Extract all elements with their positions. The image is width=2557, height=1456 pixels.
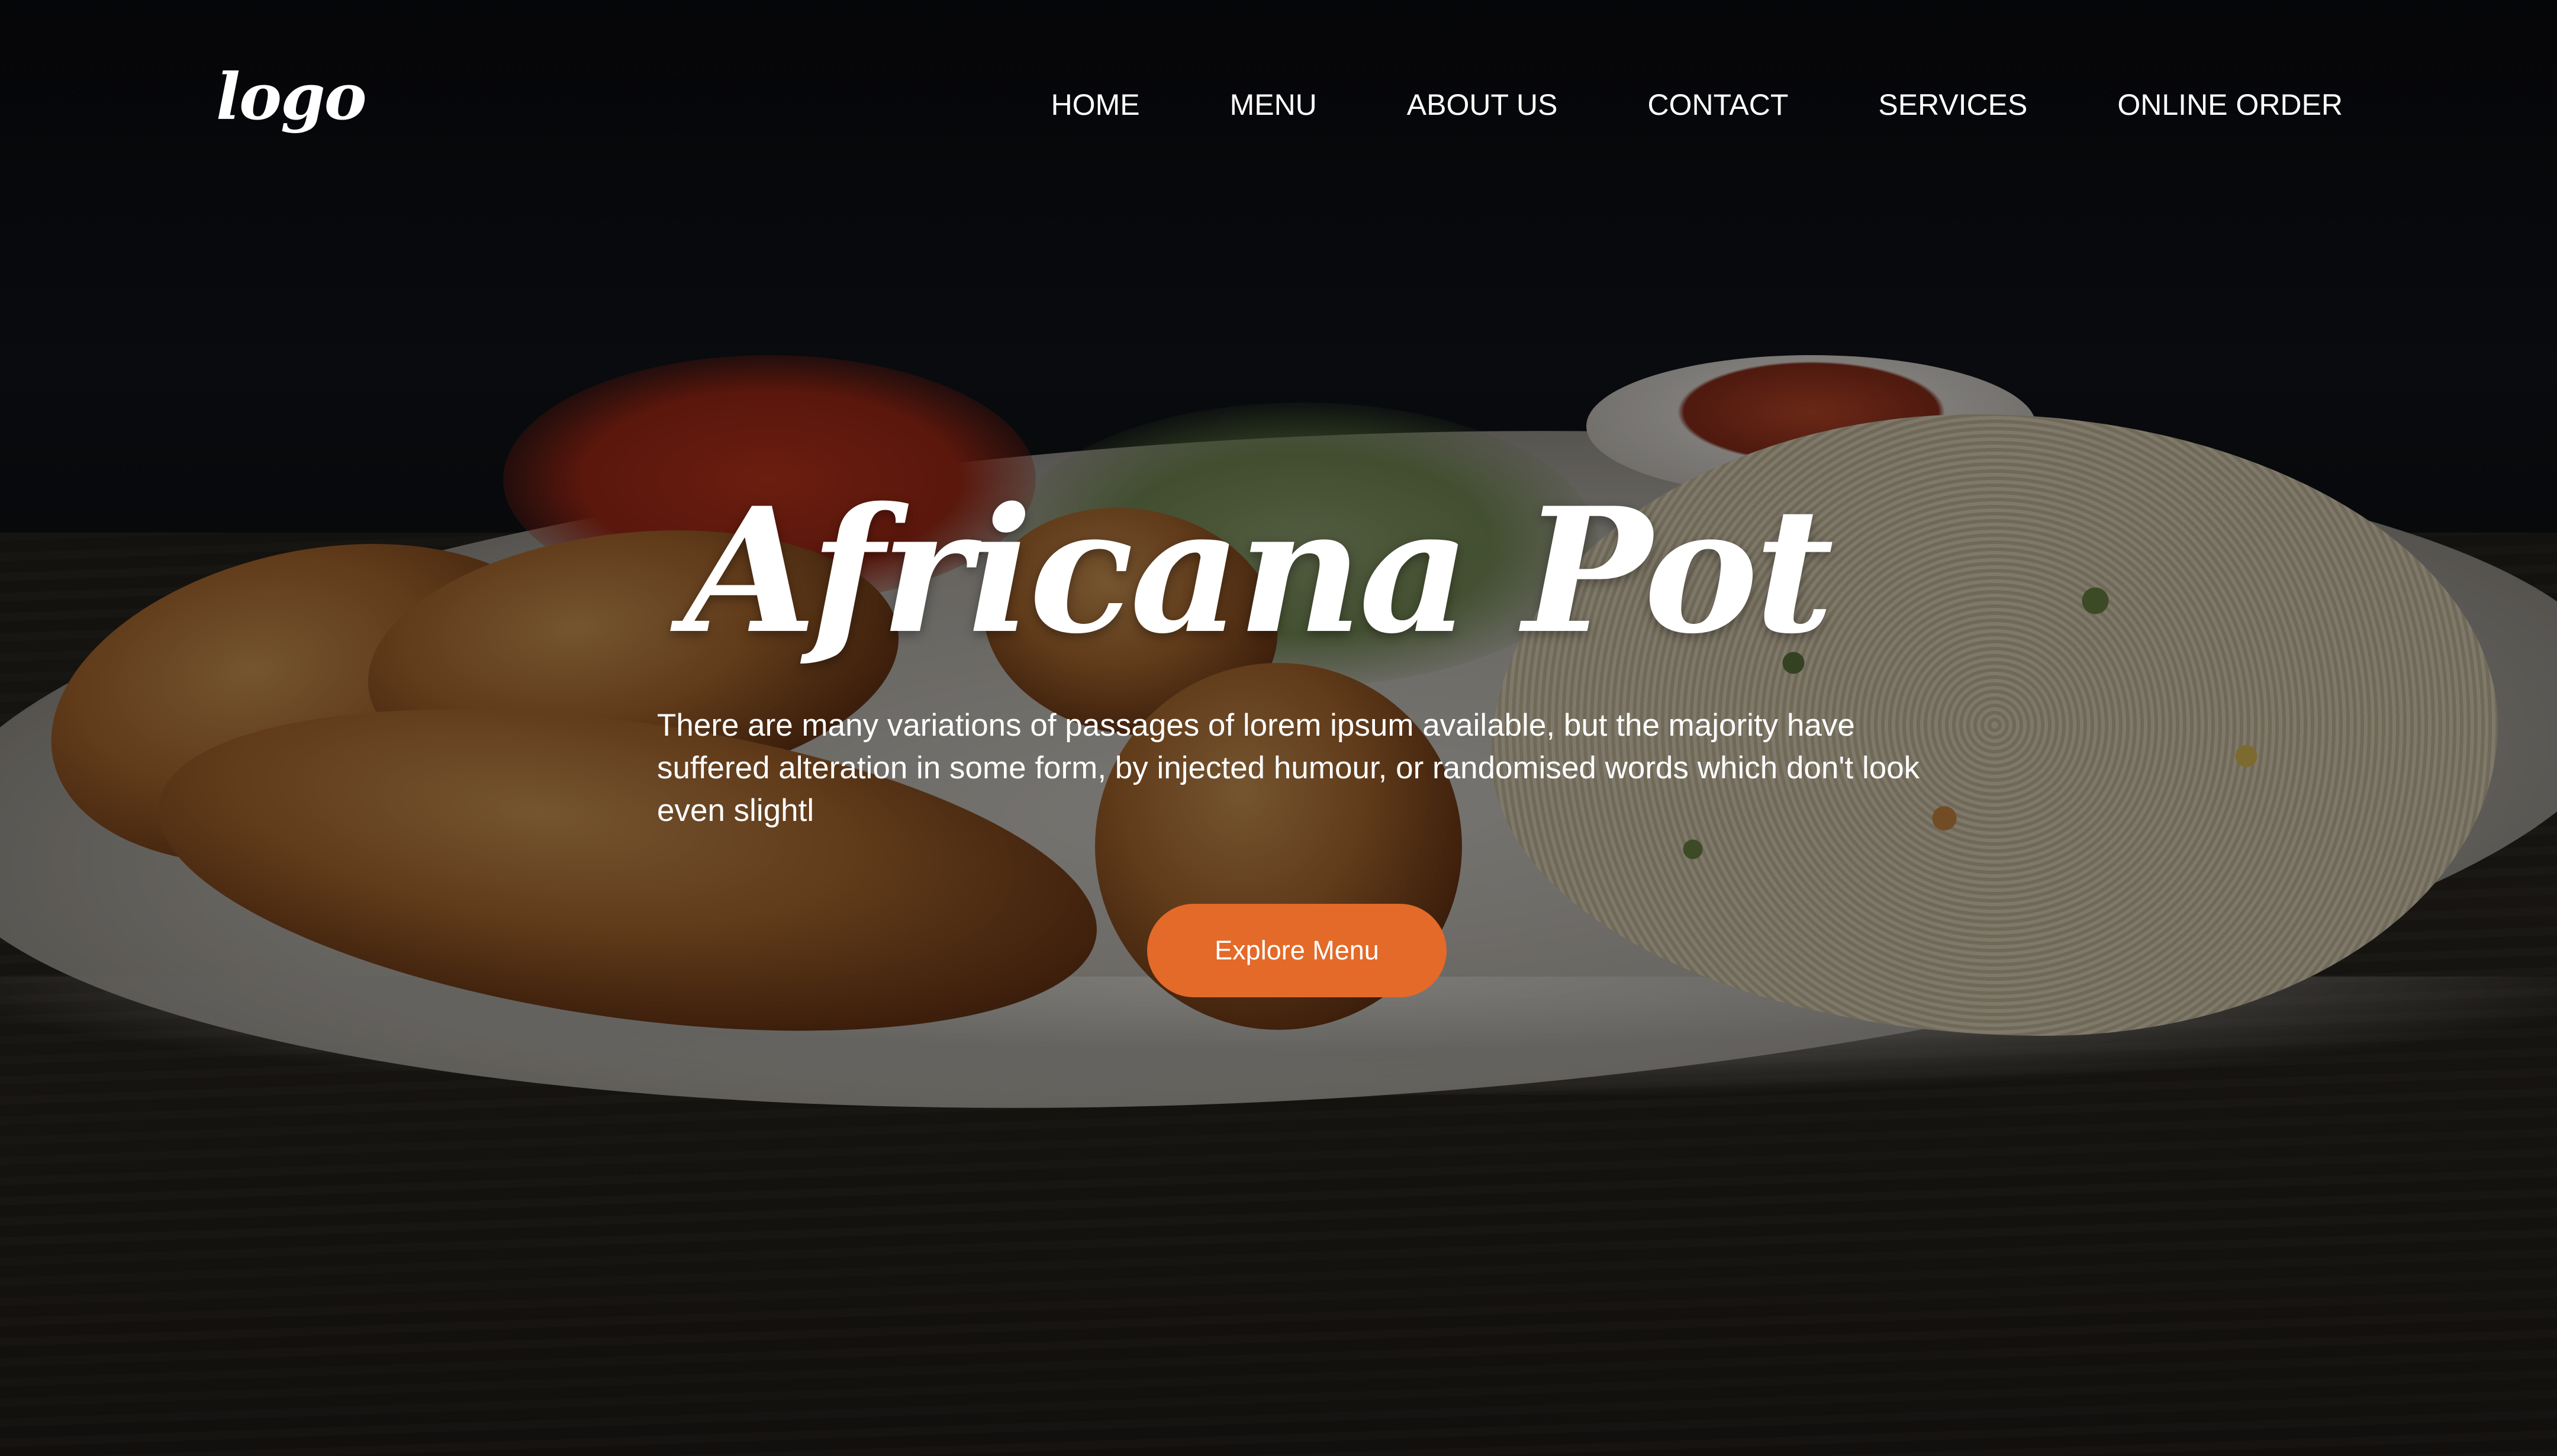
top-shade [0,0,2557,249]
nav-item-home[interactable]: HOME [1051,90,1140,120]
hero-title: Africana Pot [684,471,1834,672]
main-nav: HOME MENU ABOUT US CONTACT SERVICES ONLI… [1051,90,2343,120]
nav-item-online-order[interactable]: ONLINE ORDER [2117,90,2343,120]
hero-section: logo HOME MENU ABOUT US CONTACT SERVICES… [0,0,2557,1456]
site-logo[interactable]: logo [216,65,367,129]
explore-menu-button[interactable]: Explore Menu [1147,904,1447,997]
nav-item-about-us[interactable]: ABOUT US [1407,90,1558,120]
hero-description: There are many variations of passages of… [657,708,1920,828]
nav-item-services[interactable]: SERVICES [1878,90,2027,120]
nav-item-contact[interactable]: CONTACT [1647,90,1788,120]
nav-item-menu[interactable]: MENU [1230,90,1317,120]
